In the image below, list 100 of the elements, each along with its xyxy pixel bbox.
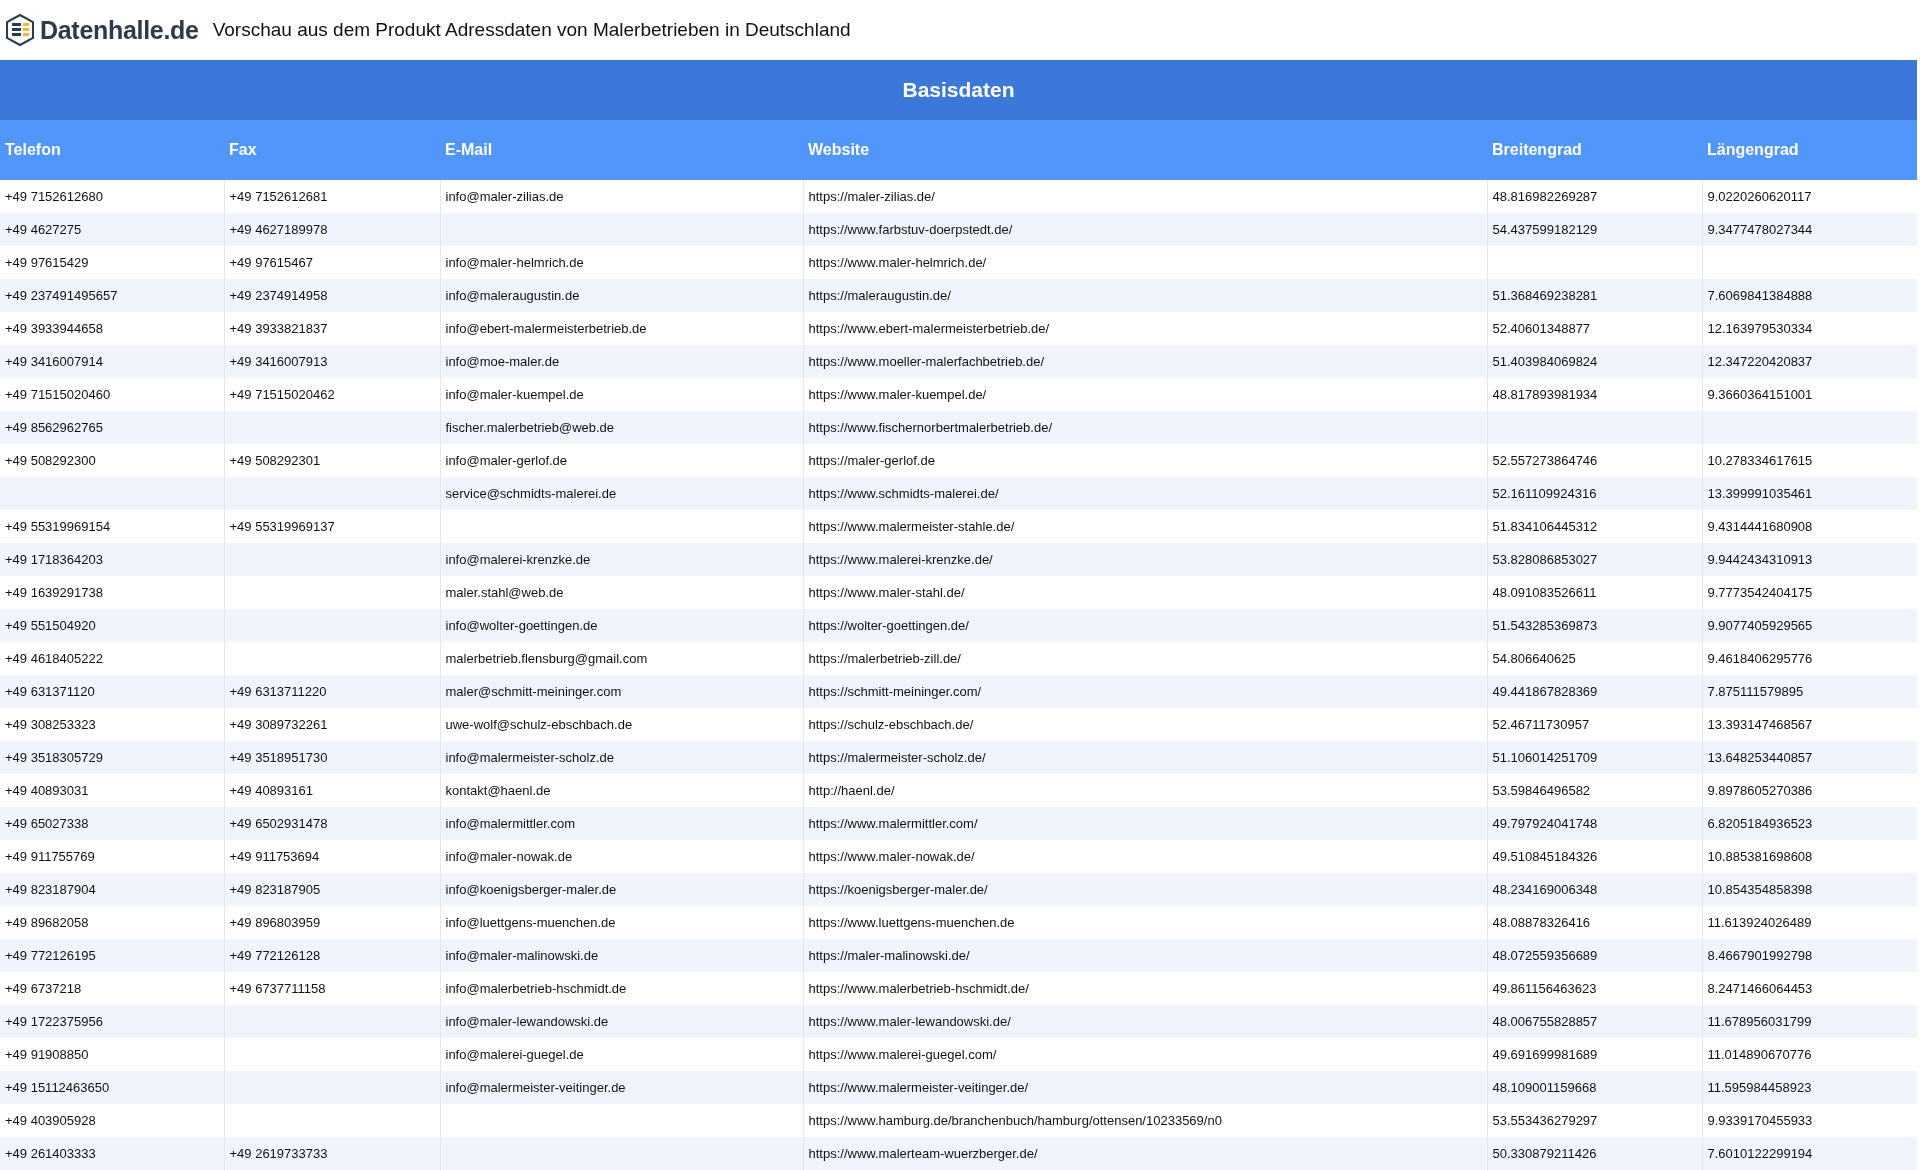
table-cell: 51.834106445312 (1487, 510, 1702, 543)
table-cell: +49 55319969137 (224, 510, 440, 543)
column-header: Fax (224, 120, 440, 180)
table-cell: +49 55319969154 (0, 510, 224, 543)
table-cell: +49 91908850 (0, 1038, 224, 1071)
table-cell: 9.0220260620117 (1702, 180, 1917, 213)
table-cell: https://www.malerei-guegel.com/ (803, 1038, 1487, 1071)
table-cell: 52.40601348877 (1487, 312, 1702, 345)
page-title: Vorschau aus dem Produkt Adressdaten von Malerbetrieben in Deutschland (212, 19, 851, 41)
table-cell: 11.613924026489 (1702, 906, 1917, 939)
table-cell: +49 2619733733 (224, 1137, 440, 1170)
table-cell: 52.161109924316 (1487, 477, 1702, 510)
table-cell: info@ebert-malermeisterbetrieb.de (440, 312, 803, 345)
table-cell: +49 65027338 (0, 807, 224, 840)
table-cell: https://schulz-ebschbach.de/ (803, 708, 1487, 741)
table-cell: 7.6010122299194 (1702, 1137, 1917, 1170)
table-cell: https://www.luettgens-muenchen.de (803, 906, 1487, 939)
table-cell: 7.875111579895 (1702, 675, 1917, 708)
table-cell: https://koenigsberger-maler.de/ (803, 873, 1487, 906)
table-cell: 51.543285369873 (1487, 609, 1702, 642)
table-cell: info@malerei-guegel.de (440, 1038, 803, 1071)
table-cell: 9.9442434310913 (1702, 543, 1917, 576)
table-cell: +49 308253323 (0, 708, 224, 741)
table-cell: 12.163979530334 (1702, 312, 1917, 345)
table-cell: fischer.malerbetrieb@web.de (440, 411, 803, 444)
table-cell: https://www.ebert-malermeisterbetrieb.de/ (803, 312, 1487, 345)
table-cell: 9.9339170455933 (1702, 1104, 1917, 1137)
table-cell: +49 15112463650 (0, 1071, 224, 1104)
table-cell: +49 3933944658 (0, 312, 224, 345)
table-cell: +49 1722375956 (0, 1005, 224, 1038)
table-cell: https://www.fischernorbertmalerbetrieb.de/ (803, 411, 1487, 444)
table-cell: 11.678956031799 (1702, 1005, 1917, 1038)
server-cube-icon (4, 13, 36, 47)
table-cell: +49 1639291738 (0, 576, 224, 609)
table-cell: 11.014890670776 (1702, 1038, 1917, 1071)
table-cell: +49 896803959 (224, 906, 440, 939)
table-cell: +49 6737218 (0, 972, 224, 1005)
table-cell: +49 40893161 (224, 774, 440, 807)
table-cell: 10.885381698608 (1702, 840, 1917, 873)
table-cell: 51.106014251709 (1487, 741, 1702, 774)
table-cell: 48.091083526611 (1487, 576, 1702, 609)
table-cell: https://malermeister-scholz.de/ (803, 741, 1487, 774)
table-cell: https://www.malermittler.com/ (803, 807, 1487, 840)
table-cell: 9.3477478027344 (1702, 213, 1917, 246)
table-cell: https://www.maler-nowak.de/ (803, 840, 1487, 873)
table-cell: +49 89682058 (0, 906, 224, 939)
table-cell: +49 772126195 (0, 939, 224, 972)
table-cell: 7.6069841384888 (1702, 279, 1917, 312)
table-cell: https://www.farbstuv-doerpstedt.de/ (803, 213, 1487, 246)
table-cell: http://haenl.de/ (803, 774, 1487, 807)
table-cell: +49 6313711220 (224, 675, 440, 708)
table-cell: 9.3660364151001 (1702, 378, 1917, 411)
table-cell: +49 97615467 (224, 246, 440, 279)
table-cell: info@malermeister-veitinger.de (440, 1071, 803, 1104)
table-cell: maler@schmitt-meininger.com (440, 675, 803, 708)
table-cell: 53.828086853027 (1487, 543, 1702, 576)
table-cell: +49 551504920 (0, 609, 224, 642)
table-cell: 48.816982269287 (1487, 180, 1702, 213)
table-cell: https://maler-gerlof.de (803, 444, 1487, 477)
table-cell: +49 3933821837 (224, 312, 440, 345)
column-header: Website (803, 120, 1487, 180)
table-cell: https://wolter-goettingen.de/ (803, 609, 1487, 642)
table-cell: https://www.malermeister-veitinger.de/ (803, 1071, 1487, 1104)
table-cell: https://www.maler-lewandowski.de/ (803, 1005, 1487, 1038)
table-cell: uwe-wolf@schulz-ebschbach.de (440, 708, 803, 741)
table-cell: 8.2471466064453 (1702, 972, 1917, 1005)
table-cell: +49 2374914958 (224, 279, 440, 312)
table-cell: 49.861156463623 (1487, 972, 1702, 1005)
table-cell: info@malerbetrieb-hschmidt.de (440, 972, 803, 1005)
table-cell: +49 71515020460 (0, 378, 224, 411)
table-cell: 13.648253440857 (1702, 741, 1917, 774)
table-cell: https://www.malerteam-wuerzberger.de/ (803, 1137, 1487, 1170)
table-cell: service@schmidts-malerei.de (440, 477, 803, 510)
table-cell: +49 3416007914 (0, 345, 224, 378)
table-cell: info@maleraugustin.de (440, 279, 803, 312)
table-cell: https://malerbetrieb-zill.de/ (803, 642, 1487, 675)
column-header: Breitengrad (1487, 120, 1702, 180)
table-cell: malerbetrieb.flensburg@gmail.com (440, 642, 803, 675)
table-cell: 12.347220420837 (1702, 345, 1917, 378)
table-cell: +49 8562962765 (0, 411, 224, 444)
table-cell: 49.510845184326 (1487, 840, 1702, 873)
table-cell: +49 3518951730 (224, 741, 440, 774)
table-cell: +49 508292300 (0, 444, 224, 477)
table-cell: 9.7773542404175 (1702, 576, 1917, 609)
table-cell: +49 3089732261 (224, 708, 440, 741)
table-cell: +49 40893031 (0, 774, 224, 807)
table-cell: 10.854354858398 (1702, 873, 1917, 906)
table-cell: info@luettgens-muenchen.de (440, 906, 803, 939)
table-cell: info@maler-malinowski.de (440, 939, 803, 972)
table-cell: https://www.malermeister-stahle.de/ (803, 510, 1487, 543)
table-cell: +49 4627275 (0, 213, 224, 246)
table-cell: 51.368469238281 (1487, 279, 1702, 312)
table-cell: 13.393147468567 (1702, 708, 1917, 741)
table-cell: 48.817893981934 (1487, 378, 1702, 411)
table-cell: https://www.malerei-krenzke.de/ (803, 543, 1487, 576)
table-cell: 49.797924041748 (1487, 807, 1702, 840)
table-cell: https://www.malerbetrieb-hschmidt.de/ (803, 972, 1487, 1005)
table-cell: +49 631371120 (0, 675, 224, 708)
table-cell: 49.691699981689 (1487, 1038, 1702, 1071)
logo-text[interactable]: Datenhalle.de (40, 15, 199, 45)
